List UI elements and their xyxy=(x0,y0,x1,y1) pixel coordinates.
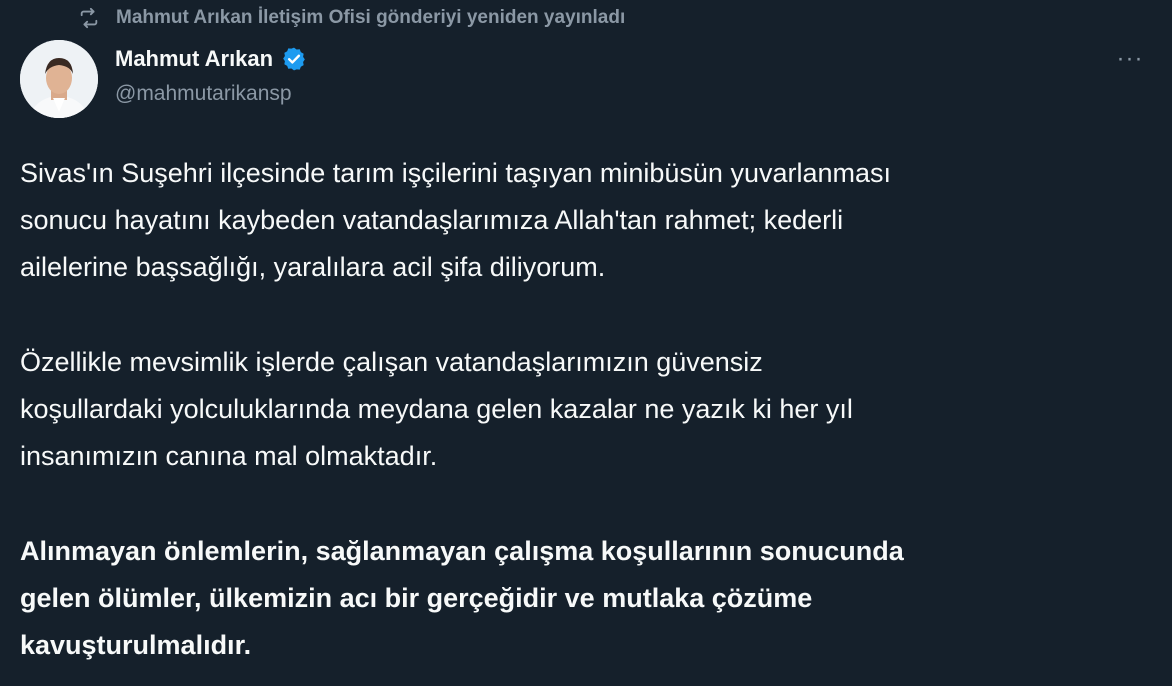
tweet-paragraph-3: Alınmayan önlemlerin, sağlanmayan çalışm… xyxy=(20,536,904,660)
more-icon: ··· xyxy=(1116,45,1144,72)
author-name[interactable]: Mahmut Arıkan xyxy=(115,46,273,72)
author-name-row: Mahmut Arıkan xyxy=(115,42,307,76)
tweet-text: Sivas'ın Suşehri ilçesinde tarım işçiler… xyxy=(20,150,1150,686)
verified-badge-icon xyxy=(281,46,307,72)
tweet-paragraph-2: Özellikle mevsimlik işlerde çalışan vata… xyxy=(20,347,853,471)
retweet-text: Mahmut Arıkan İletişim Ofisi gönderiyi y… xyxy=(116,7,626,28)
tweet-header: Mahmut Arıkan @mahmutarikansp xyxy=(115,42,307,106)
retweet-icon xyxy=(78,7,100,29)
more-options-button[interactable]: ··· xyxy=(1110,44,1150,74)
tweet-paragraph-1: Sivas'ın Suşehri ilçesinde tarım işçiler… xyxy=(20,158,892,282)
author-handle[interactable]: @mahmutarikansp xyxy=(115,82,307,106)
avatar[interactable] xyxy=(20,40,98,118)
retweet-indicator[interactable]: Mahmut Arıkan İletişim Ofisi gönderiyi y… xyxy=(78,4,625,32)
